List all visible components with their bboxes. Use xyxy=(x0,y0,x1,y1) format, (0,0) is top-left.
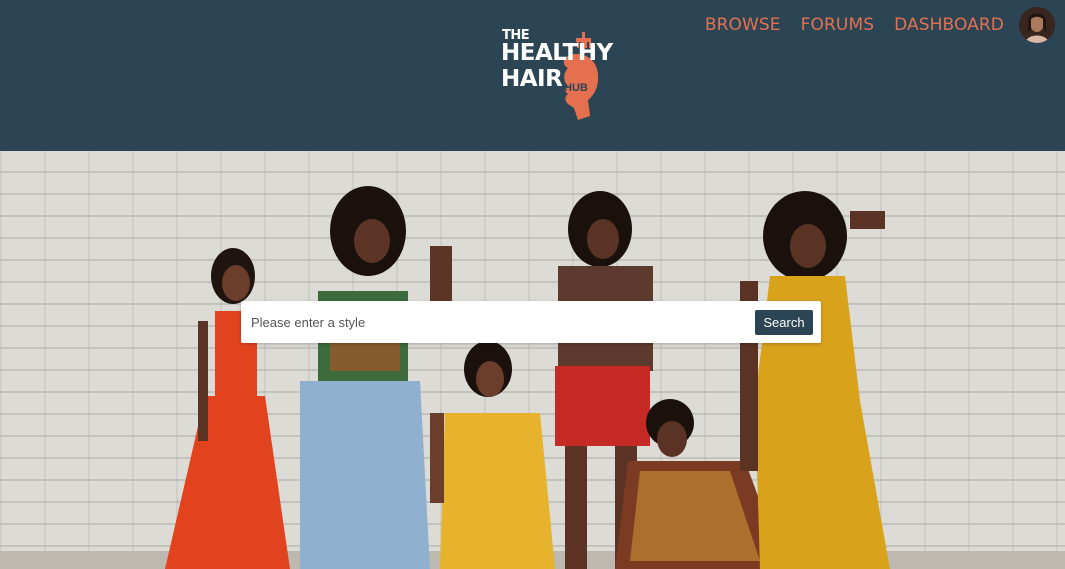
person-jeans xyxy=(300,186,452,569)
nav-browse-link[interactable]: BROWSE xyxy=(705,15,781,35)
style-search-input[interactable] xyxy=(241,301,741,343)
logo-text-healthy: HEALTHY xyxy=(501,40,613,66)
avatar-icon xyxy=(1019,7,1055,43)
search-button[interactable]: Search xyxy=(755,310,813,335)
top-header: THE HEALTHY HAIR HUB BROWSE FORUMS DASHB… xyxy=(0,0,1065,151)
healthy-hair-hub-logo[interactable]: THE HEALTHY HAIR HUB xyxy=(498,24,613,124)
group-photo-illustration xyxy=(0,186,1065,569)
nav-dashboard-link[interactable]: DASHBOARD xyxy=(894,15,1004,35)
person-yellow-dress-sitting xyxy=(430,341,555,569)
style-search-box: Search xyxy=(241,301,821,343)
logo-text-hub: HUB xyxy=(564,82,588,94)
person-yellow-jumpsuit xyxy=(740,191,890,569)
hero-photo: Search xyxy=(0,151,1065,569)
main-nav: BROWSE FORUMS DASHBOARD xyxy=(705,14,1004,36)
nav-forums-link[interactable]: FORUMS xyxy=(801,15,874,35)
person-red-dress xyxy=(165,248,290,569)
user-avatar[interactable] xyxy=(1019,7,1055,43)
logo-text-hair: HAIR xyxy=(501,66,563,92)
